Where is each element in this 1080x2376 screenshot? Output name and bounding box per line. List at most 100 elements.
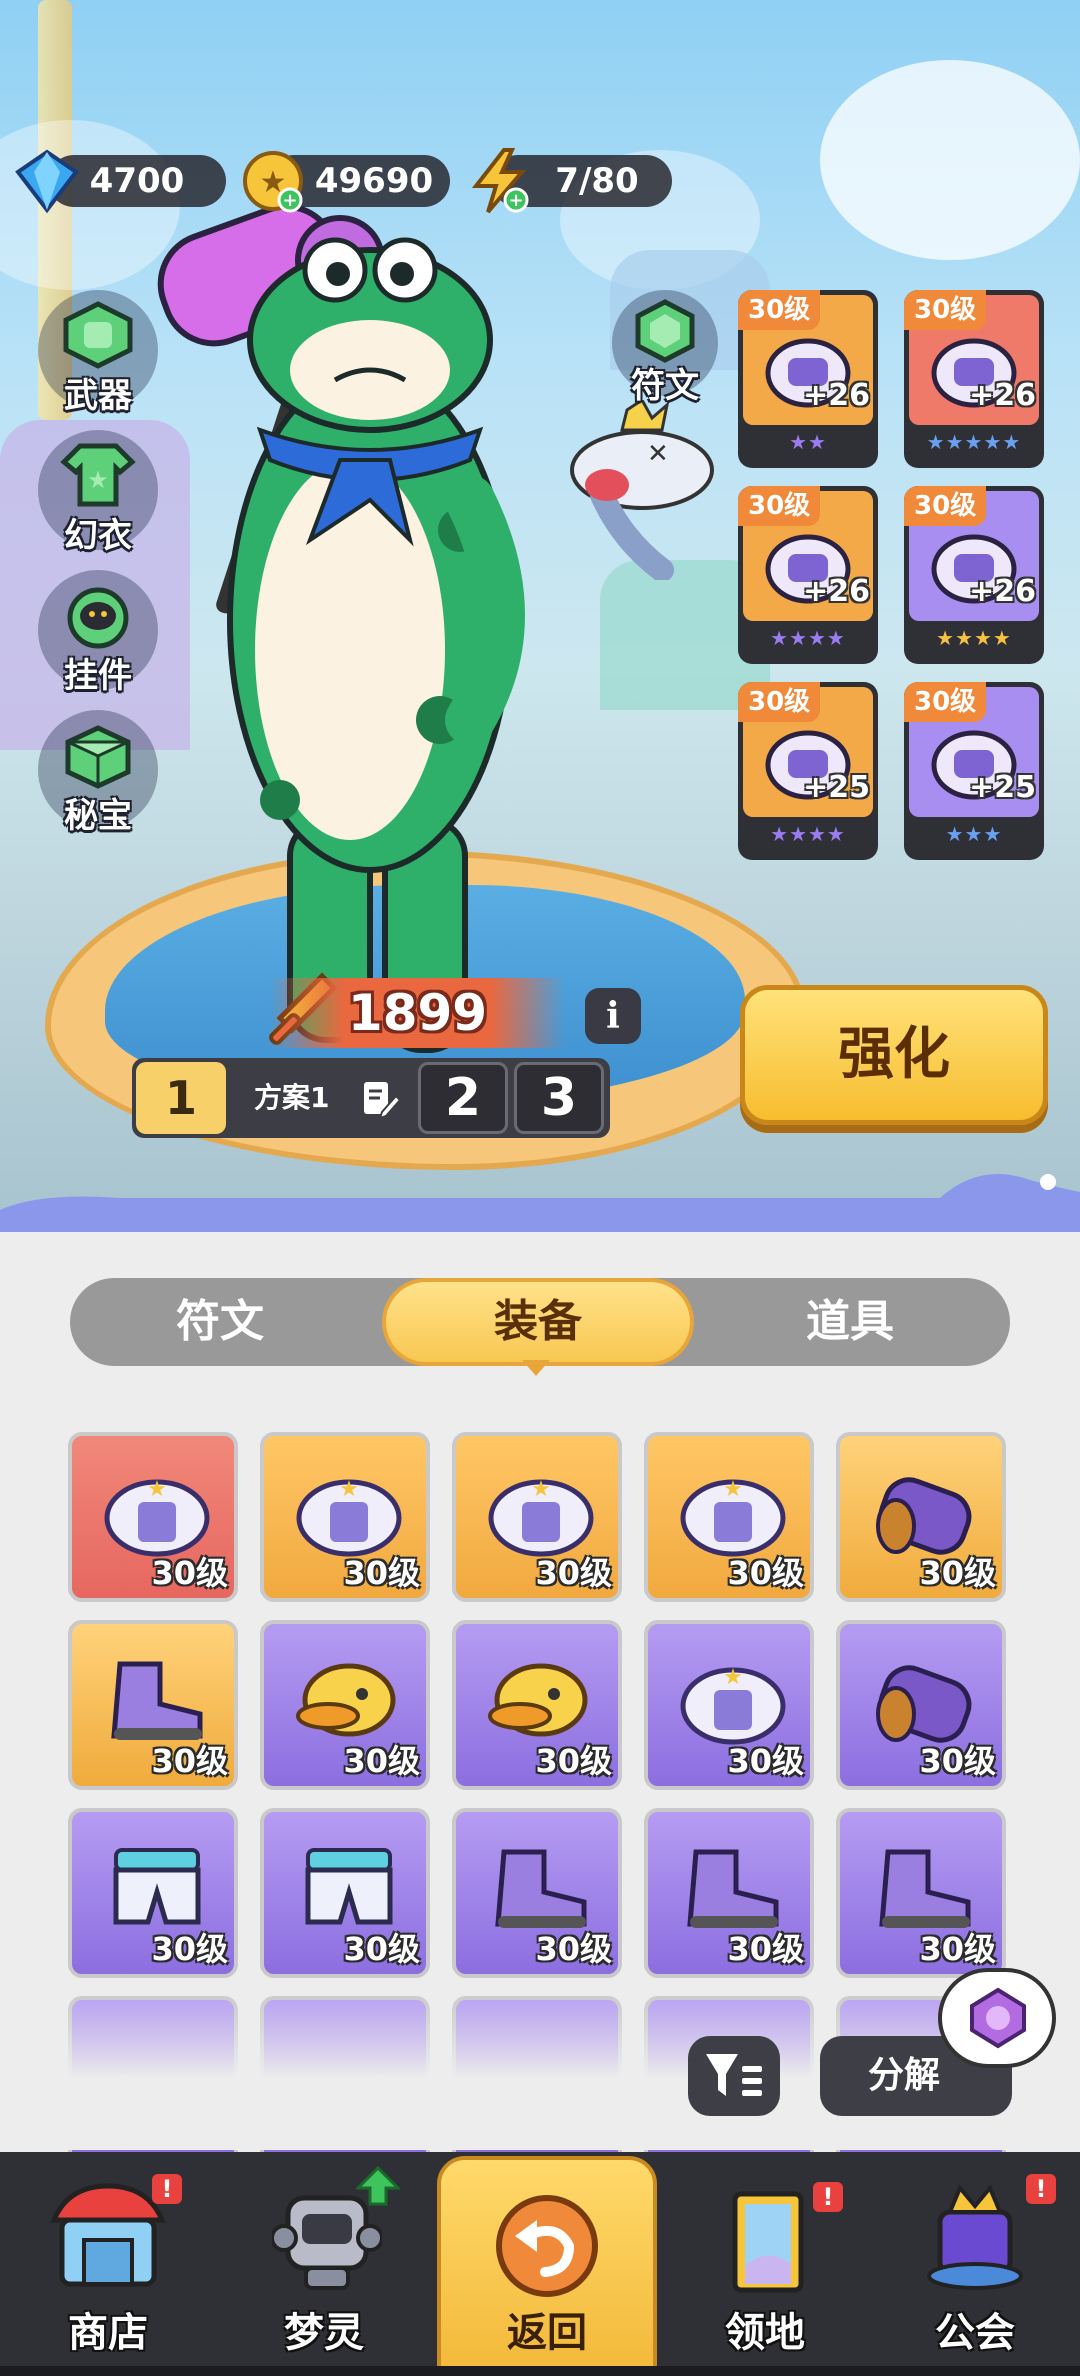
pendant-button[interactable]: 挂件: [38, 570, 158, 696]
nav-dream-spirit[interactable]: 梦灵: [216, 2152, 432, 2376]
slot-level: 30级: [738, 486, 821, 526]
inventory-item[interactable]: 30级: [452, 1620, 622, 1790]
item-level: 30级: [535, 1742, 612, 1780]
strengthen-button[interactable]: 强化: [740, 985, 1048, 1125]
slot-level: 30级: [904, 682, 987, 722]
inventory-item[interactable]: ★ 30级: [644, 1432, 814, 1602]
inventory-item[interactable]: 30级: [260, 1808, 430, 1978]
equipped-slot[interactable]: 30级 +26 ★★★★★: [904, 290, 1044, 468]
inventory-item[interactable]: 30级: [836, 1808, 1006, 1978]
slot-level: 30级: [904, 290, 987, 330]
tab-runes[interactable]: 符文: [90, 1278, 350, 1366]
tab-pointer: [522, 1360, 550, 1376]
item-level: 30级: [343, 1930, 420, 1968]
slot-level: 30级: [738, 682, 821, 722]
item-level: 30级: [343, 1742, 420, 1780]
svg-text:★: ★: [147, 1477, 167, 1502]
lightning-icon[interactable]: +: [466, 148, 532, 214]
slot-stars: ★★★: [945, 822, 1003, 846]
svg-text:★: ★: [531, 1477, 551, 1502]
treasure-button[interactable]: 秘宝: [38, 710, 158, 836]
inventory-item[interactable]: 30级: [644, 1808, 814, 1978]
item-level: 30级: [151, 1930, 228, 1968]
item-level: 30级: [919, 1554, 996, 1592]
item-level: 30级: [727, 1554, 804, 1592]
power-score: 1899: [270, 978, 565, 1048]
svg-text:★: ★: [723, 1665, 743, 1690]
coin-icon[interactable]: ★ +: [240, 148, 306, 214]
shirt-icon: ★: [60, 443, 136, 507]
nav-back[interactable]: 返回: [437, 2152, 657, 2376]
nav-shop[interactable]: ! 商店: [0, 2152, 216, 2376]
rune-icon: [635, 299, 695, 363]
filter-icon: [706, 2054, 762, 2096]
inventory-item[interactable]: 30级: [452, 1808, 622, 1978]
inventory-item[interactable]: ★ 30级: [68, 1432, 238, 1602]
plan-2-button[interactable]: 2: [418, 1062, 508, 1134]
slot-stars: ★★★★★: [926, 430, 1022, 454]
item-level: 30级: [343, 1554, 420, 1592]
weapon-button[interactable]: 武器: [38, 290, 158, 416]
item-level: 30级: [727, 1930, 804, 1968]
slot-enhance: +25: [969, 770, 1036, 805]
diamond-icon: [15, 149, 79, 214]
slot-level: 30级: [738, 290, 821, 330]
svg-text:+: +: [282, 190, 297, 211]
plan-1-button[interactable]: 1: [136, 1062, 226, 1134]
plan-name-label: 方案1: [254, 1081, 330, 1114]
frog-character: [157, 203, 525, 1053]
filter-button[interactable]: [688, 2036, 780, 2116]
plan-3-button[interactable]: 3: [514, 1062, 604, 1134]
inventory-item[interactable]: ★ 30级: [644, 1620, 814, 1790]
panel-header-wave: [0, 1174, 1080, 1240]
upgrade-arrow-icon: [356, 2166, 400, 2206]
inventory-item[interactable]: 30级: [68, 1620, 238, 1790]
inventory-item[interactable]: 30级: [836, 1432, 1006, 1602]
item-level: 30级: [727, 1742, 804, 1780]
tab-equipment[interactable]: 装备: [382, 1278, 694, 1366]
purple-gem-icon: [970, 1987, 1026, 2049]
shop-icon: [50, 2183, 166, 2287]
decompose-gem-bubble[interactable]: [938, 1968, 1056, 2068]
inventory-item[interactable]: ★ 30级: [260, 1432, 430, 1602]
treasure-icon: [65, 725, 131, 789]
inventory-item[interactable]: 30级: [68, 1808, 238, 1978]
slot-enhance: +26: [803, 378, 870, 413]
slot-stars: ★★★★: [936, 626, 1012, 650]
pet-fish-icon: ✕: [570, 400, 714, 580]
door-icon: [732, 2191, 804, 2293]
rune-button[interactable]: 符文: [612, 290, 718, 410]
item-level: 30级: [535, 1554, 612, 1592]
slot-level: 30级: [904, 486, 987, 526]
item-level: 30级: [919, 1930, 996, 1968]
back-arrow-icon: [496, 2195, 598, 2297]
svg-text:★: ★: [723, 1477, 743, 1502]
equipped-slot[interactable]: 30级 +25 ★★★: [904, 682, 1044, 860]
slot-stars: ★★: [789, 430, 827, 454]
edit-icon[interactable]: [360, 1080, 400, 1120]
background-cloud: [820, 60, 1080, 260]
nav-guild[interactable]: ! 公会: [870, 2152, 1080, 2376]
info-icon[interactable]: i: [585, 988, 641, 1044]
svg-text:★: ★: [87, 466, 109, 494]
equipped-slot[interactable]: 30级 +26 ★★★★: [738, 486, 878, 664]
notification-badge: !: [1026, 2174, 1056, 2204]
slot-stars: ★★★★: [770, 822, 846, 846]
pendant-icon: [67, 587, 129, 649]
equipped-slot[interactable]: 30级 +26 ★★: [738, 290, 878, 468]
plan-name[interactable]: 方案1: [232, 1062, 412, 1134]
guild-icon: [927, 2184, 1023, 2290]
item-level: 30级: [151, 1554, 228, 1592]
system-gesture-bar: [0, 2366, 1080, 2376]
svg-text:★: ★: [339, 1477, 359, 1502]
inventory-item[interactable]: 30级: [260, 1620, 430, 1790]
nav-territory[interactable]: ! 领地: [657, 2152, 873, 2376]
inventory-item[interactable]: ★ 30级: [452, 1432, 622, 1602]
costume-button[interactable]: ★ 幻衣: [38, 430, 158, 556]
tab-items[interactable]: 道具: [720, 1278, 980, 1366]
item-level: 30级: [535, 1930, 612, 1968]
equipped-slot[interactable]: 30级 +26 ★★★★: [904, 486, 1044, 664]
equipped-slot[interactable]: 30级 +25 ★★★★: [738, 682, 878, 860]
svg-text:✕: ✕: [647, 439, 669, 469]
inventory-item[interactable]: 30级: [836, 1620, 1006, 1790]
